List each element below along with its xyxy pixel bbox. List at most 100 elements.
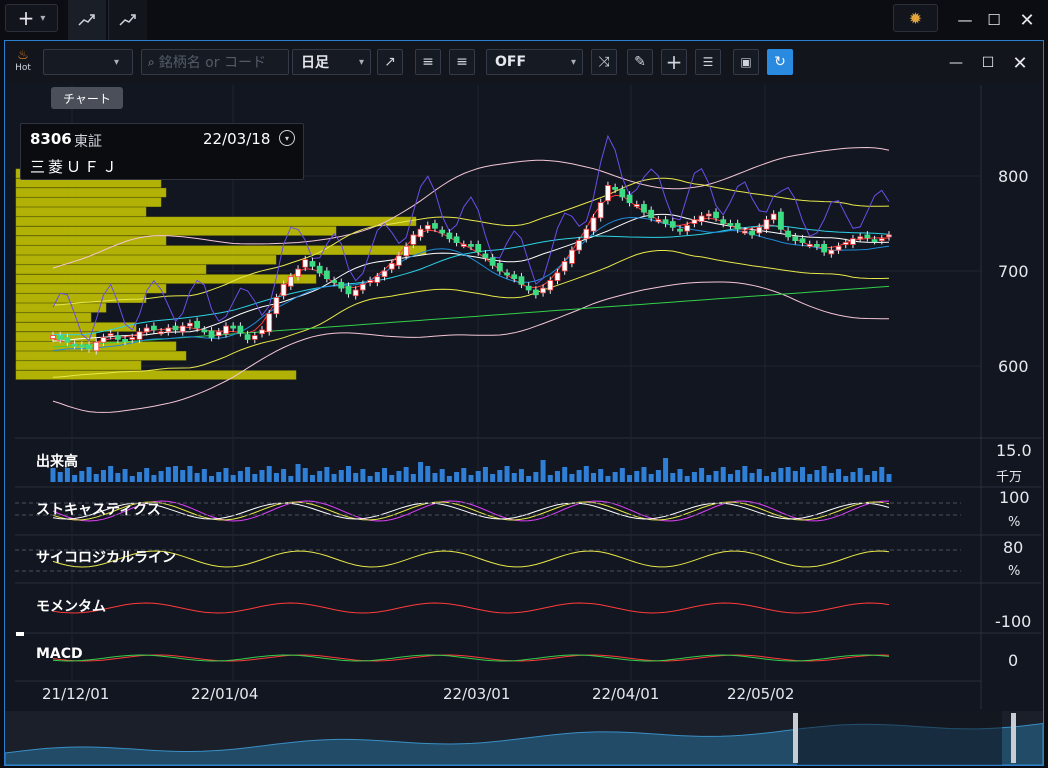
candle-body	[720, 219, 727, 224]
period-select[interactable]: 日足 ▾	[292, 49, 371, 75]
bollinger-lower-2	[52, 281, 889, 413]
candle-body	[143, 327, 150, 333]
candle-body	[316, 265, 323, 274]
candle-body	[850, 238, 856, 245]
ma-line-blue	[52, 216, 890, 351]
volume-bar	[540, 460, 546, 482]
candle-body	[741, 230, 748, 234]
volume-panel-label: 出来高	[36, 454, 78, 470]
volume-bar	[144, 468, 150, 482]
candle-body	[331, 280, 337, 283]
price-axis-800: 800	[998, 167, 1029, 186]
volume-bar	[230, 475, 236, 482]
volume-bar	[497, 470, 503, 482]
candle-body	[230, 325, 237, 329]
candle-body	[547, 280, 554, 291]
price-axis-600: 600	[998, 357, 1029, 376]
psy-axis-max: 80	[1003, 538, 1024, 557]
window-maximize-button[interactable]: ☐	[981, 8, 1007, 32]
volume-profile-bar	[15, 207, 147, 217]
volume-profile-bar	[15, 274, 317, 284]
candle-body	[821, 243, 828, 253]
window-close-button[interactable]: ✕	[1014, 8, 1040, 32]
macd-panel-label: MACD	[36, 646, 83, 662]
candle-body	[583, 228, 590, 240]
flame-icon: ♨	[17, 48, 29, 63]
volume-bar	[720, 467, 726, 482]
volume-bar	[273, 473, 279, 482]
volume-bar	[619, 468, 625, 482]
candle-body	[763, 219, 770, 230]
volume-bar	[136, 472, 142, 482]
volume-bar	[749, 473, 755, 482]
settings-button[interactable]: ✹	[893, 4, 938, 32]
overlay-select[interactable]: OFF ▾	[486, 49, 583, 75]
volume-bar	[670, 473, 676, 482]
draw-button[interactable]: ✎	[627, 49, 653, 75]
screenshot-button[interactable]: ▣	[733, 49, 759, 75]
macd-axis-value: 0	[1008, 651, 1019, 670]
align-left-button[interactable]: ≡	[415, 49, 441, 75]
camera-icon: ▣	[740, 55, 752, 69]
date-label: 22/03/01	[443, 685, 511, 703]
align-left-icon: ≡	[422, 54, 434, 70]
volume-bar	[482, 467, 488, 482]
date-label: 22/04/01	[592, 685, 660, 703]
date-label: 22/05/02	[727, 685, 795, 703]
chart-maximize-button[interactable]: ☐	[977, 53, 999, 73]
candle-body	[122, 338, 128, 342]
chevron-down-icon[interactable]: ▾	[279, 130, 295, 146]
compare-button[interactable]: ⤨	[591, 49, 617, 75]
candle-body	[381, 270, 388, 278]
momentum-panel-label: モメンタム	[36, 599, 106, 615]
volume-bar	[245, 467, 251, 482]
volume-bar	[634, 471, 640, 482]
indicator-settings-button[interactable]: ☰	[695, 49, 721, 75]
chevron-down-icon: ▾	[570, 56, 576, 68]
chart-close-button[interactable]: ✕	[1009, 53, 1031, 74]
refresh-button[interactable]: ↻	[767, 49, 793, 75]
candle-body	[496, 262, 503, 272]
tab-chart-1[interactable]	[68, 0, 106, 40]
volume-bar	[778, 468, 784, 482]
volume-bar	[533, 472, 539, 482]
candle-body	[302, 259, 309, 268]
candle-body	[655, 219, 662, 223]
volume-bar	[879, 467, 885, 482]
stoch-axis-unit: %	[1008, 515, 1021, 530]
trendline-button[interactable]: ↗	[377, 49, 403, 75]
overlay-value: OFF	[495, 54, 527, 70]
candle-body	[727, 223, 734, 226]
volume-bar	[763, 476, 769, 482]
volume-bar	[706, 475, 712, 482]
symbol-search-input[interactable]: ⌕ 銘柄名 or コード	[141, 49, 289, 75]
chart-minimize-button[interactable]: —	[945, 53, 967, 73]
top-bar: + ▾ ✹ — ☐ ✕	[0, 0, 1048, 40]
candle-body	[777, 211, 784, 230]
candle-body	[641, 204, 647, 213]
volume-bar	[735, 470, 741, 482]
volume-bar	[237, 471, 243, 482]
candle-body	[309, 261, 316, 267]
candle-body	[439, 229, 446, 234]
volume-bar	[648, 474, 654, 482]
window-minimize-button[interactable]: —	[952, 8, 978, 32]
candle-body	[273, 297, 280, 315]
candle-body	[806, 243, 813, 247]
volume-bar	[331, 474, 337, 482]
hot-button[interactable]: ♨ Hot	[11, 49, 35, 77]
volume-bar	[526, 476, 532, 482]
align-right-button[interactable]: ≡	[449, 49, 475, 75]
candle-body	[388, 262, 395, 270]
add-menu-button[interactable]: + ▾	[5, 4, 58, 32]
volume-bar	[194, 473, 200, 482]
volume-bar	[511, 473, 517, 482]
tab-chart-2[interactable]	[108, 0, 147, 40]
chart-type-select[interactable]: ▾	[43, 49, 133, 75]
add-indicator-button[interactable]: +	[661, 49, 687, 75]
candle-body	[432, 223, 438, 229]
volume-profile-bar	[15, 283, 167, 294]
candle-body	[684, 224, 691, 232]
volume-bar	[562, 467, 568, 482]
candle-body	[460, 243, 467, 247]
